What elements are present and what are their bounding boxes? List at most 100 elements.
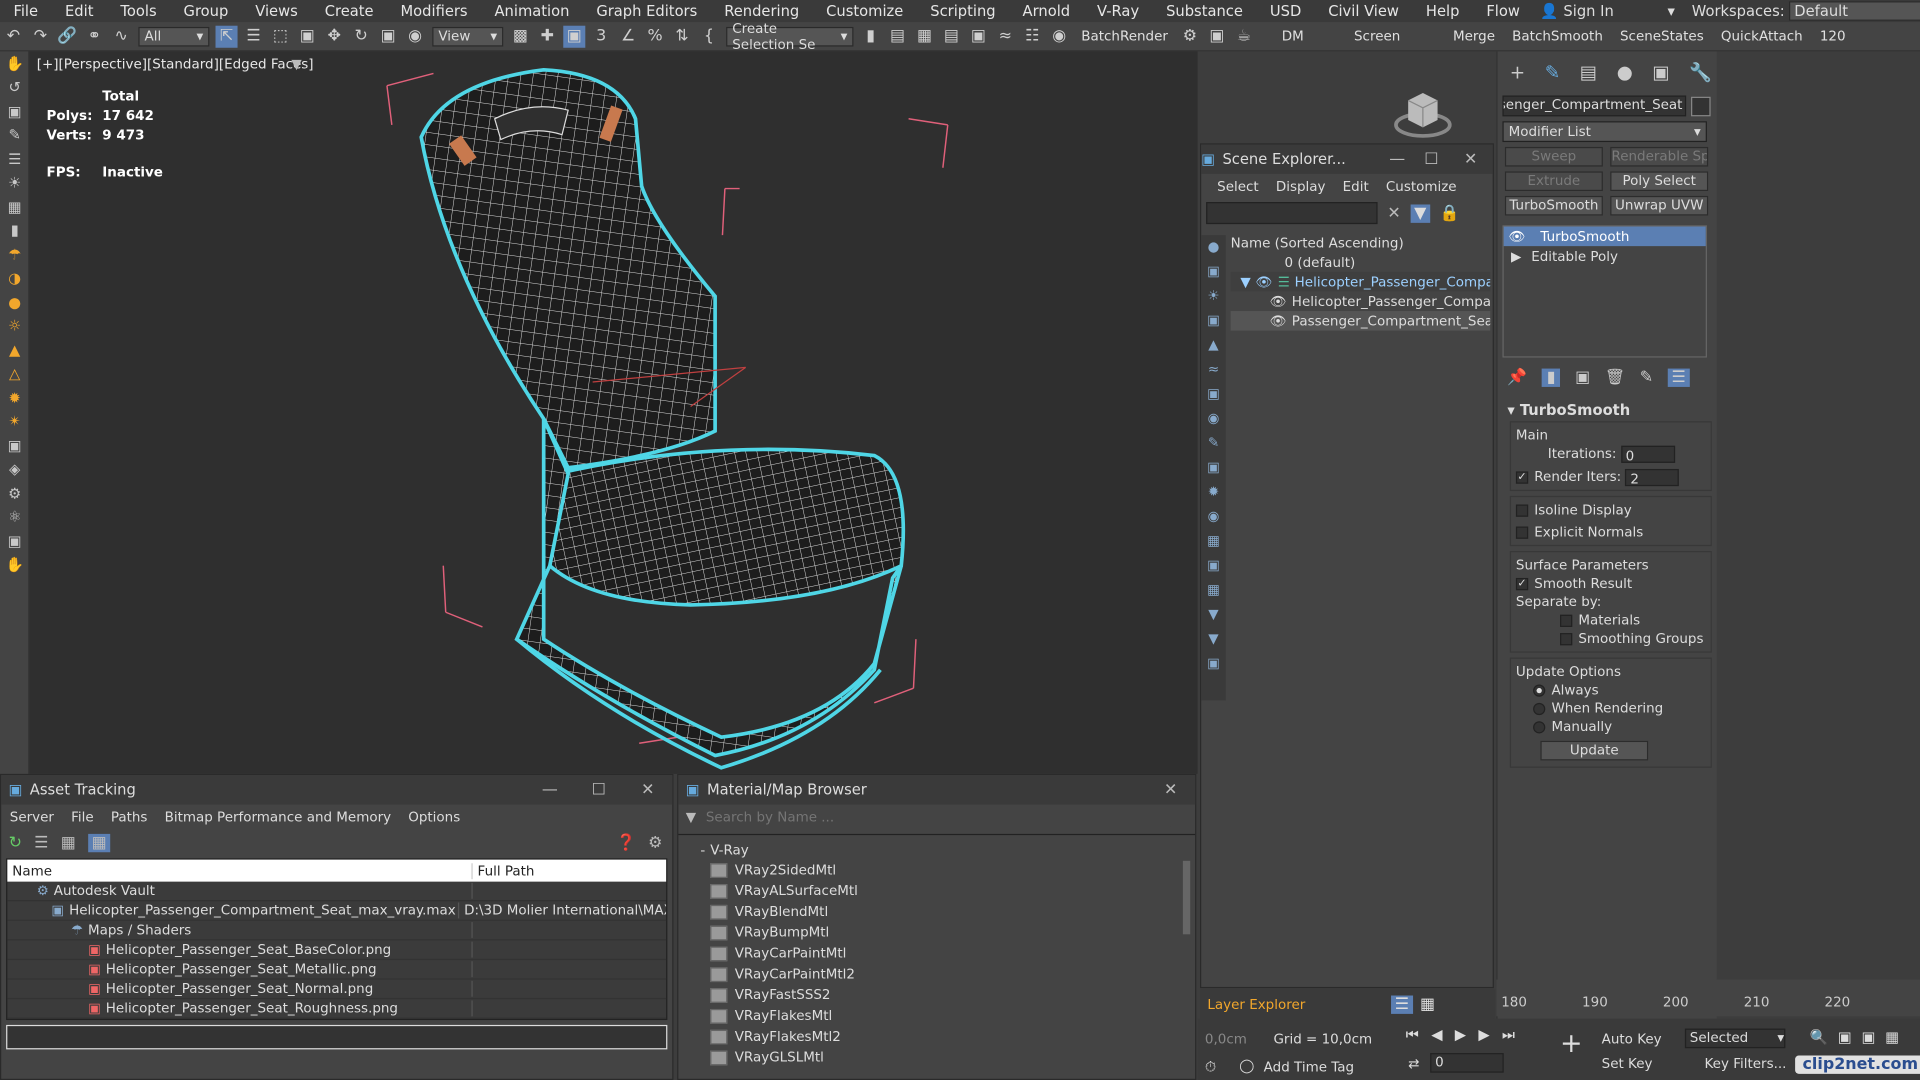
list-icon[interactable]: ☰: [0, 147, 29, 171]
at-menu-file[interactable]: File: [63, 809, 103, 825]
eye-icon[interactable]: 👁: [1270, 313, 1287, 329]
filter-icon[interactable]: ▼: [1410, 203, 1431, 223]
scale-icon[interactable]: ▣: [377, 25, 399, 47]
render-iters-spinner[interactable]: 2: [1625, 468, 1680, 487]
at-menu-options[interactable]: Options: [400, 809, 469, 825]
close-icon[interactable]: ✕: [1449, 150, 1493, 168]
menu-item[interactable]: Edit: [52, 2, 107, 19]
asset-status-field[interactable]: [6, 1024, 668, 1050]
key-set-dropdown[interactable]: Selected ▾: [1684, 1028, 1786, 1049]
light-icon[interactable]: ☀: [0, 171, 29, 195]
menu-item[interactable]: Scripting: [917, 2, 1009, 19]
minimize-icon[interactable]: —: [525, 781, 574, 799]
at-menu-paths[interactable]: Paths: [102, 809, 156, 825]
always-radio[interactable]: [1533, 684, 1546, 697]
update-button[interactable]: Update: [1540, 740, 1649, 761]
bind-space-warp-icon[interactable]: ∿: [110, 25, 132, 47]
table-row[interactable]: ▣ Helicopter_Passenger_Seat_Metallic.png: [7, 960, 667, 980]
mesh-light-icon[interactable]: △: [0, 362, 29, 386]
isoline-checkbox[interactable]: [1515, 504, 1529, 517]
mirror-icon[interactable]: ▮: [860, 25, 882, 47]
motion-tab-icon[interactable]: ●: [1617, 61, 1633, 83]
maximize-viewport-icon[interactable]: ▦: [1885, 1029, 1899, 1046]
orbit-icon[interactable]: ✋: [0, 51, 29, 75]
layer-explorer-dropdown[interactable]: Layer Explorer: [1207, 996, 1378, 1012]
coord-field[interactable]: 0,0cm: [1205, 1031, 1247, 1047]
link-icon[interactable]: 🔗: [56, 25, 78, 47]
table-view-icon[interactable]: ▦: [61, 833, 76, 851]
minimize-icon[interactable]: —: [1380, 150, 1414, 168]
schematic-view-icon[interactable]: ☷: [1021, 25, 1043, 47]
show-end-result-icon[interactable]: ▮: [1541, 367, 1561, 387]
cube-icon[interactable]: ▦: [0, 195, 29, 219]
when-rendering-radio[interactable]: [1533, 702, 1546, 716]
lock-icon[interactable]: 🔒: [1440, 204, 1460, 222]
rotate-icon[interactable]: ↻: [350, 25, 372, 47]
batch-render-button[interactable]: BatchRender: [1081, 28, 1168, 44]
menu-item[interactable]: Animation: [481, 2, 583, 19]
sort-hierarchy-icon[interactable]: ▦: [1420, 995, 1435, 1013]
at-menu-bitmap[interactable]: Bitmap Performance and Memory: [156, 809, 400, 825]
expand-icon[interactable]: ▶: [1511, 248, 1521, 264]
close-icon[interactable]: ✕: [1146, 781, 1195, 799]
percent-snap-icon[interactable]: %: [644, 25, 666, 47]
pipe-icon[interactable]: ▮: [0, 219, 29, 243]
table-row[interactable]: ▣ Helicopter_Passenger_Seat_BaseColor.png: [7, 940, 667, 961]
fur-icon[interactable]: ◈: [0, 457, 29, 481]
maximize-icon[interactable]: ☐: [574, 781, 623, 799]
scene-item[interactable]: 👁Helicopter_Passenger_Compartment: [1231, 291, 1490, 311]
dome-light-icon[interactable]: ◑: [0, 266, 29, 290]
col-full-path[interactable]: Full Path: [473, 863, 535, 879]
stack-item-editable-poly[interactable]: ▶ Editable Poly: [1504, 246, 1706, 266]
reference-coord-dropdown[interactable]: View ▾: [432, 26, 504, 46]
keyboard-shortcut-icon[interactable]: ▣: [563, 25, 586, 48]
sweep-button[interactable]: Sweep: [1504, 146, 1603, 167]
go-to-start-icon[interactable]: ⏮: [1406, 1026, 1419, 1044]
materials-checkbox[interactable]: [1560, 614, 1573, 627]
rect-selection-icon[interactable]: ⬚: [269, 25, 291, 47]
hierarchy-tab-icon[interactable]: ▤: [1580, 61, 1597, 83]
trash-icon[interactable]: 🗑: [1605, 368, 1625, 386]
window-crossing-icon[interactable]: ▣: [296, 25, 318, 47]
scene-item-selected-layer[interactable]: ▼👁☰Helicopter_Passenger_Compartment: [1230, 271, 1491, 292]
frame-field[interactable]: 0: [1430, 1053, 1504, 1073]
modifier-list-dropdown[interactable]: Modifier List ▾: [1502, 121, 1707, 143]
menu-item[interactable]: Substance: [1153, 2, 1257, 19]
select-by-name-icon[interactable]: ☰: [242, 25, 264, 47]
align-icon[interactable]: ▤: [887, 25, 909, 47]
gear-icon[interactable]: ⚙: [0, 481, 29, 505]
selection-filter-dropdown[interactable]: All ▾: [138, 26, 210, 46]
redo-icon[interactable]: ↷: [29, 25, 51, 47]
se-menu-select[interactable]: Select: [1209, 178, 1268, 194]
move-icon[interactable]: ✥: [323, 25, 345, 47]
help-icon[interactable]: ❓: [616, 833, 636, 851]
explicit-normals-checkbox[interactable]: [1515, 526, 1529, 539]
render-setup-icon[interactable]: ⚙: [1179, 25, 1201, 47]
list-item[interactable]: VRayFlakesMtl2: [678, 1026, 1195, 1047]
at-menu-server[interactable]: Server: [1, 809, 62, 825]
material-editor-icon[interactable]: ◉: [1048, 25, 1070, 47]
list-item[interactable]: VRayGLSLMtl: [678, 1047, 1195, 1068]
timeline-ruler[interactable]: 180 190 200 210 220: [1496, 979, 1920, 1017]
select-object-icon[interactable]: ⇱: [215, 25, 238, 48]
eye-icon[interactable]: 👁: [1270, 293, 1287, 309]
list-item[interactable]: VRayFlakesMtl: [678, 1005, 1195, 1026]
manually-radio[interactable]: [1533, 721, 1546, 734]
se-menu-customize[interactable]: Customize: [1377, 178, 1465, 194]
scene-search-input[interactable]: [1206, 202, 1378, 225]
renderable-spline-button[interactable]: Renderable Spline: [1610, 146, 1709, 167]
layer-explorer-icon[interactable]: ▤: [940, 25, 962, 47]
quickattach-button[interactable]: QuickAttach: [1721, 28, 1803, 44]
menu-item[interactable]: Customize: [813, 2, 917, 19]
time-config-icon[interactable]: ⏱: [1205, 1058, 1216, 1076]
batchsmooth-button[interactable]: BatchSmooth: [1512, 28, 1603, 44]
ribbon-icon[interactable]: ▣: [967, 25, 989, 47]
workspace-dropdown[interactable]: Default: [1789, 1, 1920, 21]
col-name[interactable]: Name: [7, 862, 473, 879]
screen-button[interactable]: Screen: [1354, 28, 1400, 44]
angle-snap-icon[interactable]: ∠: [617, 25, 639, 47]
curve-editor-icon[interactable]: ≈: [994, 25, 1016, 47]
undo-icon[interactable]: ↶: [2, 25, 24, 47]
sort-layer-icon[interactable]: ☰: [1391, 994, 1413, 1014]
turbosmooth-rollout-title[interactable]: ▾ TurboSmooth: [1498, 402, 1717, 422]
